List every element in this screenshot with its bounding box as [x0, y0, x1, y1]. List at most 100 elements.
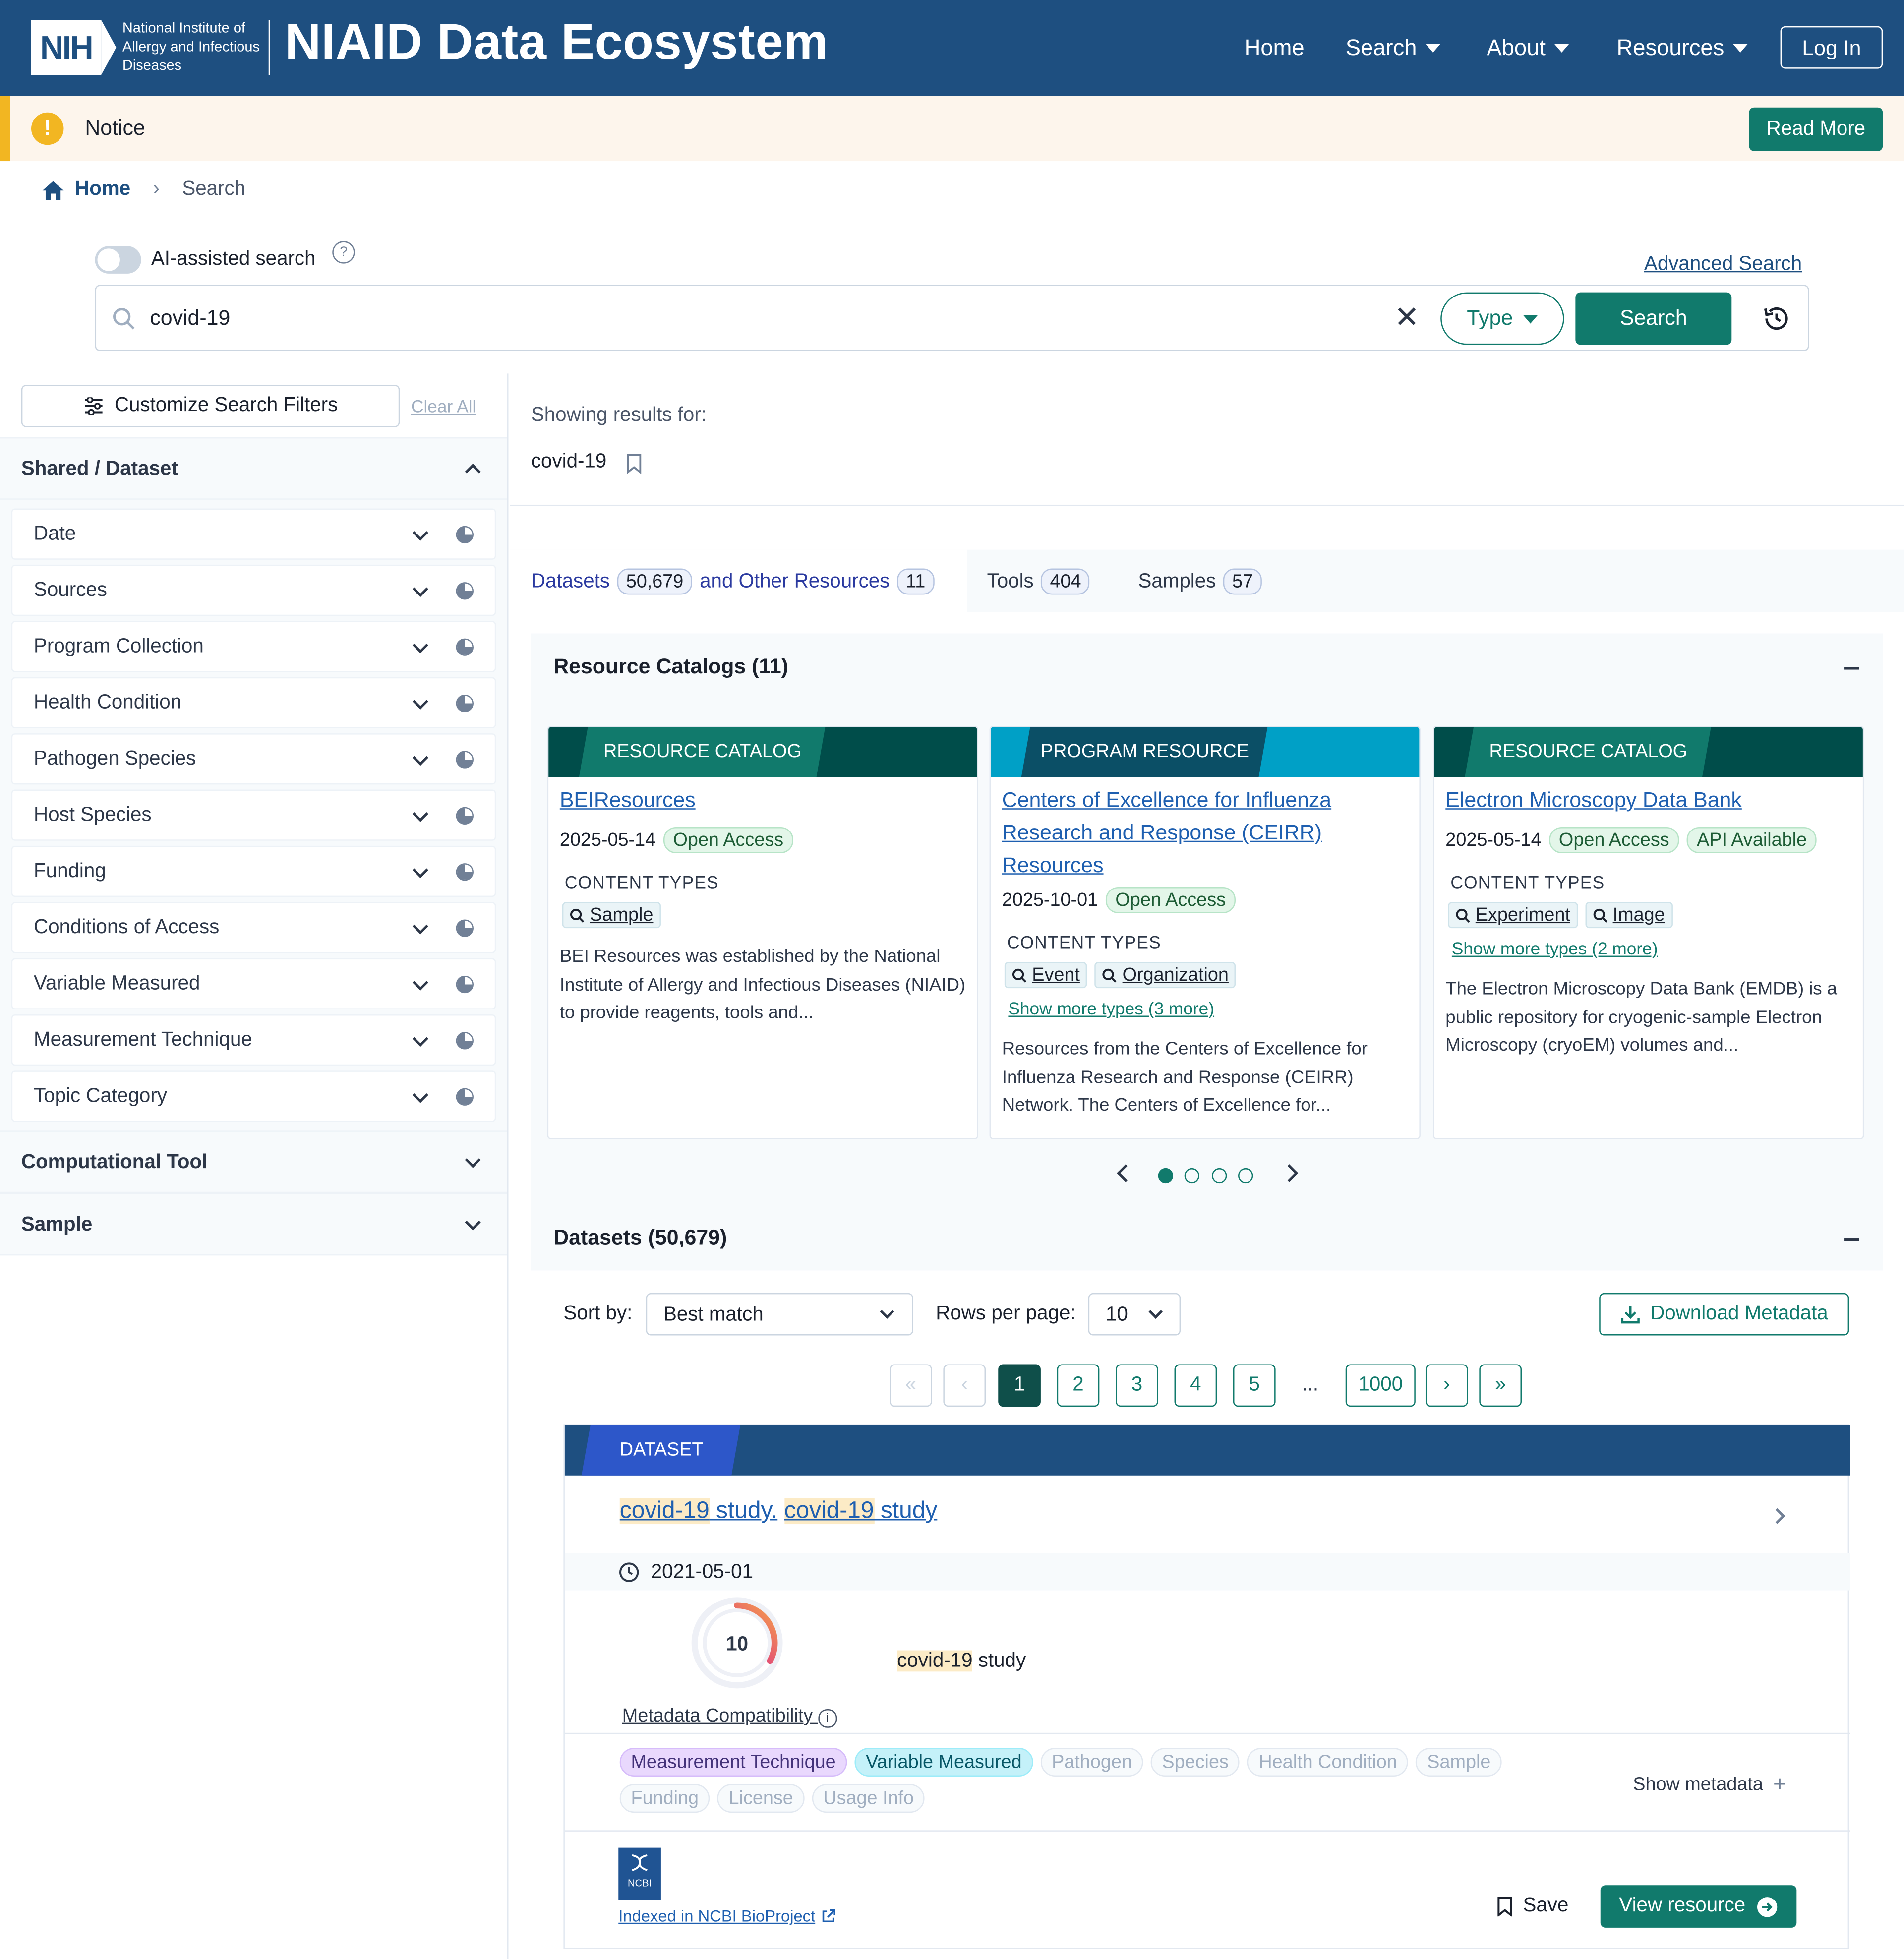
catalog-card[interactable]: RESOURCE CATALOG Electron Microscopy Dat… [1433, 725, 1864, 1139]
filter-sources[interactable]: Sources [11, 564, 496, 616]
collapse-icon[interactable] [1844, 667, 1859, 670]
page-button[interactable]: 5 [1233, 1364, 1276, 1407]
pie-chart-icon[interactable] [456, 751, 474, 769]
search-history-button[interactable] [1744, 295, 1807, 343]
pie-chart-icon[interactable] [456, 526, 474, 544]
view-resource-button[interactable]: View resource [1600, 1885, 1797, 1928]
read-more-button[interactable]: Read More [1749, 107, 1883, 151]
page-button[interactable]: 4 [1174, 1364, 1217, 1407]
content-type-tag[interactable]: Sample [562, 902, 661, 929]
last-page-number-button[interactable]: 1000 [1345, 1364, 1416, 1407]
tab-tools[interactable]: Tools 404 [987, 568, 1090, 595]
type-filter-button[interactable]: Type [1440, 292, 1564, 345]
filter-conditions-of-access[interactable]: Conditions of Access [11, 902, 496, 953]
nav-home[interactable]: Home [1245, 35, 1305, 61]
pie-chart-icon[interactable] [456, 1032, 474, 1050]
filter-health-condition[interactable]: Health Condition [11, 677, 496, 728]
carousel-dot[interactable] [1212, 1168, 1227, 1184]
search-input[interactable] [137, 295, 1400, 343]
content-type-tag[interactable]: Experiment [1448, 902, 1578, 929]
advanced-search-link[interactable]: Advanced Search [1644, 253, 1802, 276]
score-ring: 10 [691, 1597, 783, 1689]
show-metadata-button[interactable]: Show metadata + [1633, 1772, 1786, 1798]
notice-title: Notice [85, 116, 145, 140]
filter-program-collection[interactable]: Program Collection [11, 621, 496, 672]
collapse-icon[interactable] [1844, 1238, 1859, 1241]
card-date: 2025-10-01 [1002, 890, 1098, 911]
datasets-header[interactable]: Datasets (50,679) [531, 1204, 1883, 1272]
pie-chart-icon[interactable] [456, 1088, 474, 1106]
filter-label: Topic Category [34, 1085, 167, 1107]
card-title-link[interactable]: BEIResources [560, 784, 959, 817]
tab-datasets[interactable]: Datasets 50,679 and Other Resources 11 [531, 568, 934, 595]
catalog-card[interactable]: PROGRAM RESOURCE Centers of Excellence f… [989, 725, 1421, 1139]
rows-per-page-select[interactable]: 10 [1088, 1293, 1181, 1336]
pie-chart-icon[interactable] [456, 694, 474, 712]
filter-topic-category[interactable]: Topic Category [11, 1070, 496, 1122]
pie-chart-icon[interactable] [456, 582, 474, 600]
source-link[interactable]: Indexed in NCBI BioProject [618, 1906, 835, 1925]
save-button[interactable]: Save [1497, 1895, 1568, 1917]
clear-all-link[interactable]: Clear All [411, 396, 476, 416]
info-icon[interactable]: i [818, 1709, 837, 1728]
ncbi-logo[interactable]: NCBI [618, 1847, 661, 1900]
customize-filters-button[interactable]: Customize Search Filters [21, 385, 400, 427]
login-button[interactable]: Log In [1780, 26, 1883, 69]
card-title-link[interactable]: Centers of Excellence for Influenza Rese… [1002, 784, 1402, 882]
page-button[interactable]: 3 [1116, 1364, 1158, 1407]
prev-page-button[interactable]: ‹ [943, 1364, 986, 1407]
help-icon[interactable]: ? [332, 241, 355, 264]
search-button[interactable]: Search [1575, 292, 1732, 345]
filter-measurement-technique[interactable]: Measurement Technique [11, 1014, 496, 1066]
ai-search-toggle[interactable] [95, 246, 141, 274]
content-type-tag[interactable]: Image [1585, 902, 1672, 929]
metadata-compatibility-link[interactable]: Metadata Compatibility i [622, 1705, 837, 1728]
content-type-tag[interactable]: Event [1004, 962, 1088, 989]
filter-host-species[interactable]: Host Species [11, 789, 496, 841]
filter-group-shared-dataset[interactable]: Shared / Dataset [0, 437, 507, 500]
show-more-types-link[interactable]: Show more types (2 more) [1452, 938, 1658, 958]
metadata-tag[interactable]: Variable Measured [854, 1748, 1033, 1777]
page-button[interactable]: 2 [1057, 1364, 1100, 1407]
card-title-link[interactable]: Electron Microscopy Data Bank [1445, 784, 1845, 817]
dataset-title-link[interactable]: covid-19 study. covid-19 study [619, 1498, 937, 1525]
search-icon [570, 908, 585, 922]
carousel-dot-active[interactable] [1158, 1168, 1173, 1184]
bookmark-icon[interactable] [626, 454, 642, 474]
sort-select[interactable]: Best match [646, 1293, 913, 1336]
page-button-current[interactable]: 1 [998, 1364, 1041, 1407]
carousel-dot[interactable] [1184, 1168, 1199, 1184]
nav-resources[interactable]: Resources [1616, 35, 1748, 61]
filter-group-computational-tool[interactable]: Computational Tool [0, 1130, 507, 1193]
metadata-tag[interactable]: Measurement Technique [619, 1748, 847, 1777]
filter-pathogen-species[interactable]: Pathogen Species [11, 733, 496, 785]
carousel-dot[interactable] [1238, 1168, 1253, 1184]
catalog-card[interactable]: RESOURCE CATALOG BEIResources 2025-05-14… [547, 725, 978, 1139]
plus-icon: + [1773, 1771, 1786, 1797]
breadcrumb-home[interactable]: Home [75, 178, 130, 201]
nih-logo[interactable]: NIH [31, 20, 102, 75]
resource-catalogs-header[interactable]: Resource Catalogs (11) [531, 633, 1883, 701]
chevron-right-icon[interactable] [1769, 1508, 1785, 1524]
content-type-tag[interactable]: Organization [1095, 962, 1237, 989]
last-page-button[interactable]: » [1479, 1364, 1522, 1407]
nav-search[interactable]: Search [1346, 35, 1441, 61]
first-page-button[interactable]: « [890, 1364, 932, 1407]
site-title[interactable]: NIAID Data Ecosystem [285, 15, 828, 71]
tab-samples[interactable]: Samples 57 [1138, 568, 1262, 595]
pie-chart-icon[interactable] [456, 919, 474, 937]
download-metadata-button[interactable]: Download Metadata [1599, 1293, 1849, 1336]
filter-funding[interactable]: Funding [11, 845, 496, 897]
filter-date[interactable]: Date [11, 508, 496, 560]
clear-search-icon[interactable]: ✕ [1394, 303, 1420, 333]
filter-variable-measured[interactable]: Variable Measured [11, 958, 496, 1009]
show-more-types-link[interactable]: Show more types (3 more) [1008, 998, 1214, 1018]
filter-label: Host Species [34, 804, 152, 826]
pie-chart-icon[interactable] [456, 863, 474, 881]
pie-chart-icon[interactable] [456, 975, 474, 994]
nav-about[interactable]: About [1487, 35, 1569, 61]
pie-chart-icon[interactable] [456, 807, 474, 825]
next-page-button[interactable]: › [1425, 1364, 1468, 1407]
pie-chart-icon[interactable] [456, 638, 474, 656]
filter-group-sample[interactable]: Sample [0, 1193, 507, 1256]
